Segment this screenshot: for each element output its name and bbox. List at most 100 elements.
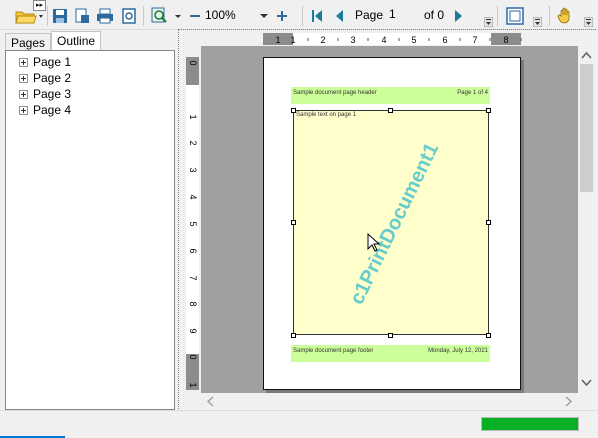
- chevron-down-icon: [260, 14, 268, 18]
- next-page-button[interactable]: [452, 6, 466, 26]
- open-folder-icon: [15, 11, 43, 24]
- hand-tool-icon: [557, 7, 570, 24]
- page-setup-button[interactable]: [73, 6, 91, 26]
- ruler-tick-label: 8: [188, 301, 198, 306]
- outline-item-page-3[interactable]: Page 3: [19, 87, 71, 101]
- ruler-tick-label: 1: [188, 382, 198, 387]
- zoom-level-value: 100%: [205, 8, 236, 22]
- ruler-tick-label: 2: [320, 35, 325, 45]
- page-label: Page: [355, 8, 384, 22]
- zoom-level-select[interactable]: 100%: [205, 8, 265, 22]
- first-page-icon: [312, 10, 322, 22]
- outline-tree: Page 1 Page 2 Page 3 Page 4: [5, 50, 175, 410]
- save-icon: [53, 9, 67, 23]
- ruler-tick-label: 1: [275, 35, 280, 45]
- vertical-ruler: 0 1 2 3 4 5 6 7 8 9 0 1: [184, 55, 201, 393]
- horizontal-ruler-scale: 11 2 3 4 5 6 7 8: [263, 33, 522, 45]
- page-header-left: Sample document page header: [293, 90, 377, 96]
- single-page-view-button[interactable]: [505, 6, 525, 26]
- page-body-text: Sample text on page 1: [296, 112, 357, 118]
- hand-tool-button[interactable]: [556, 6, 574, 26]
- page-count-label: of 0: [424, 8, 445, 22]
- resize-handle[interactable]: [388, 333, 393, 338]
- ruler-tick-label: 3: [188, 167, 198, 172]
- outline-item-label: Page 2: [33, 71, 72, 85]
- ruler-tick-label: 5: [411, 35, 416, 45]
- page-number-input[interactable]: 1: [386, 7, 416, 23]
- ruler-tick-label: 6: [442, 35, 447, 45]
- ruler-tick-label: 4: [188, 194, 198, 199]
- scroll-left-icon[interactable]: [204, 393, 218, 410]
- scroll-right-icon[interactable]: [561, 393, 575, 410]
- resize-handle[interactable]: [486, 220, 491, 225]
- page-setup-icon: [75, 8, 89, 23]
- prev-page-button[interactable]: [332, 6, 346, 26]
- scroll-down-icon[interactable]: [578, 376, 595, 390]
- horizontal-ruler: 11 2 3 4 5 6 7 8: [186, 32, 576, 46]
- save-button[interactable]: [51, 6, 69, 26]
- ruler-tick-label: 7: [472, 35, 477, 45]
- ruler-tick-label: 2: [188, 140, 198, 145]
- zoom-in-button[interactable]: [275, 6, 289, 26]
- resize-handle[interactable]: [291, 333, 296, 338]
- outline-item-page-4[interactable]: Page 4: [19, 103, 71, 117]
- page-header-band: Sample document page header Page 1 of 4: [291, 87, 490, 104]
- ruler-tick-label: 4: [381, 35, 386, 45]
- scroll-up-icon[interactable]: [578, 49, 595, 63]
- outline-item-page-2[interactable]: Page 2: [19, 71, 71, 85]
- scrollbar-corner: [578, 393, 595, 410]
- ruler-tick-label: 1: [188, 114, 198, 119]
- ruler-tick-label: 3: [350, 35, 355, 45]
- zoom-in-icon: [277, 11, 287, 21]
- horizontal-scrollbar[interactable]: [201, 393, 578, 410]
- ruler-tick-label: 1: [290, 35, 295, 45]
- tab-pages[interactable]: Pages: [5, 33, 52, 51]
- page-footer-right: Monday, July 12, 2021: [428, 348, 488, 354]
- export-button[interactable]: [120, 6, 138, 26]
- view-overflow-icon[interactable]: [533, 17, 542, 27]
- zoom-out-button[interactable]: [188, 6, 202, 26]
- outline-item-label: Page 1: [33, 55, 72, 69]
- resize-handle[interactable]: [291, 220, 296, 225]
- export-icon: [122, 8, 136, 24]
- next-page-icon: [455, 10, 462, 22]
- zoom-out-icon: [190, 15, 200, 17]
- hand-overflow-icon[interactable]: [584, 17, 593, 27]
- outline-item-page-1[interactable]: Page 1: [19, 55, 71, 69]
- zoom-tool-button[interactable]: [151, 6, 183, 26]
- expand-icon[interactable]: [19, 73, 28, 83]
- first-page-button[interactable]: [309, 6, 325, 26]
- page-header-right: Page 1 of 4: [457, 90, 488, 96]
- zoom-tool-icon: [151, 7, 181, 23]
- toolbar: ▸▸ 100% Page 1 of 0: [0, 0, 598, 30]
- resize-handle[interactable]: [388, 108, 393, 113]
- open-button[interactable]: [14, 6, 44, 26]
- progress-bar: [481, 417, 579, 431]
- vertical-scrollbar[interactable]: [578, 46, 595, 393]
- outline-item-label: Page 4: [33, 103, 72, 117]
- resize-handle[interactable]: [291, 108, 296, 113]
- expand-icon[interactable]: [19, 57, 28, 67]
- vertical-scroll-thumb[interactable]: [580, 64, 593, 192]
- toolbar-overflow-icon[interactable]: [484, 17, 493, 27]
- print-icon: [97, 8, 113, 24]
- progress-bar-fill: [482, 418, 578, 430]
- prev-page-icon: [336, 10, 343, 22]
- ruler-tick-label: 7: [188, 275, 198, 280]
- resize-handle[interactable]: [486, 333, 491, 338]
- tab-outline[interactable]: Outline: [51, 31, 102, 51]
- status-bar: [0, 410, 598, 438]
- outline-item-label: Page 3: [33, 87, 72, 101]
- page-footer-band: Sample document page footer Monday, July…: [291, 345, 490, 362]
- zoom-dropdown-button[interactable]: [258, 6, 270, 26]
- resize-handle[interactable]: [486, 108, 491, 113]
- single-page-view-icon: [506, 7, 524, 25]
- expand-icon[interactable]: [19, 105, 28, 115]
- mouse-cursor-icon: [367, 233, 381, 252]
- expand-icon[interactable]: [19, 89, 28, 99]
- page-footer-left: Sample document page footer: [293, 348, 374, 354]
- ruler-tick-label: 0: [188, 354, 198, 359]
- print-button[interactable]: [95, 6, 115, 26]
- panel-tabs: Pages Outline: [5, 31, 102, 51]
- ruler-tick-label: 6: [188, 248, 198, 253]
